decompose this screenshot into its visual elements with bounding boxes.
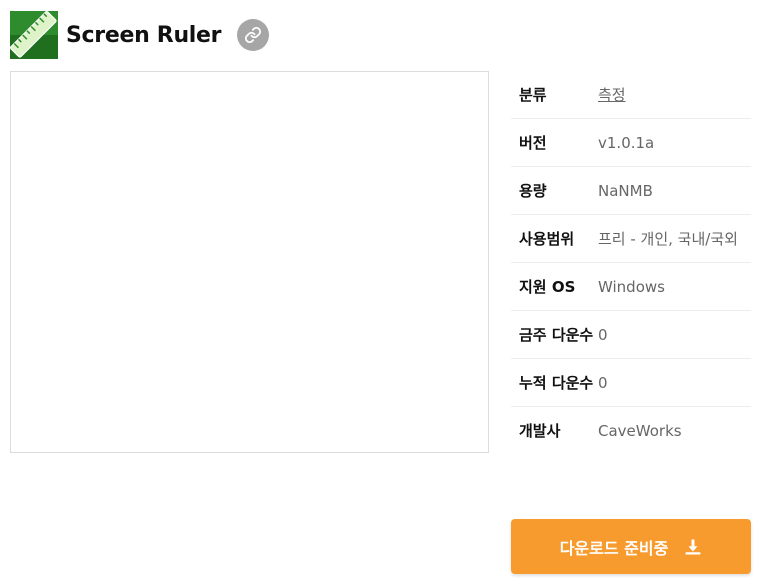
share-link-button[interactable] [237, 19, 270, 51]
info-row-license: 사용범위 프리 - 개인, 국내/국외 [511, 215, 751, 263]
app-info-table: 분류 측정 버전 v1.0.1a 용량 NaNMB 사용범위 프리 - 개인, … [511, 71, 751, 454]
download-icon [684, 538, 702, 556]
app-header: Screen Ruler [10, 11, 270, 59]
info-value: 0 [598, 326, 608, 344]
info-label: 버전 [519, 134, 547, 152]
info-label: 누적 다운수 [519, 374, 594, 392]
info-value: 0 [598, 374, 608, 392]
info-row-total-downloads: 누적 다운수 0 [511, 359, 751, 407]
link-icon [245, 27, 262, 43]
download-button[interactable]: 다운로드 준비중 [511, 519, 751, 574]
info-value: 측정 [598, 83, 751, 107]
info-row-weekly-downloads: 금주 다운수 0 [511, 311, 751, 359]
info-row-category: 분류 측정 [511, 71, 751, 119]
info-value: NaNMB [598, 182, 653, 200]
info-row-os: 지원 OS Windows [511, 263, 751, 311]
info-label: 개발사 [519, 422, 561, 440]
app-title: Screen Ruler [66, 22, 222, 48]
screenshot-preview [10, 71, 489, 453]
info-label: 사용범위 [519, 230, 575, 248]
category-link[interactable]: 측정 [598, 86, 626, 104]
info-row-developer: 개발사 CaveWorks [511, 407, 751, 454]
download-label: 다운로드 준비중 [559, 538, 669, 558]
info-label: 용량 [519, 182, 547, 200]
info-label: 분류 [519, 86, 547, 104]
info-value: v1.0.1a [598, 134, 655, 152]
info-row-version: 버전 v1.0.1a [511, 119, 751, 167]
info-label: 지원 OS [519, 278, 576, 296]
ruler-icon [10, 11, 58, 59]
info-label: 금주 다운수 [519, 326, 594, 344]
info-value: Windows [598, 278, 665, 296]
info-value: 프리 - 개인, 국내/국외 [598, 230, 738, 248]
info-value: CaveWorks [598, 422, 682, 440]
info-row-size: 용량 NaNMB [511, 167, 751, 215]
